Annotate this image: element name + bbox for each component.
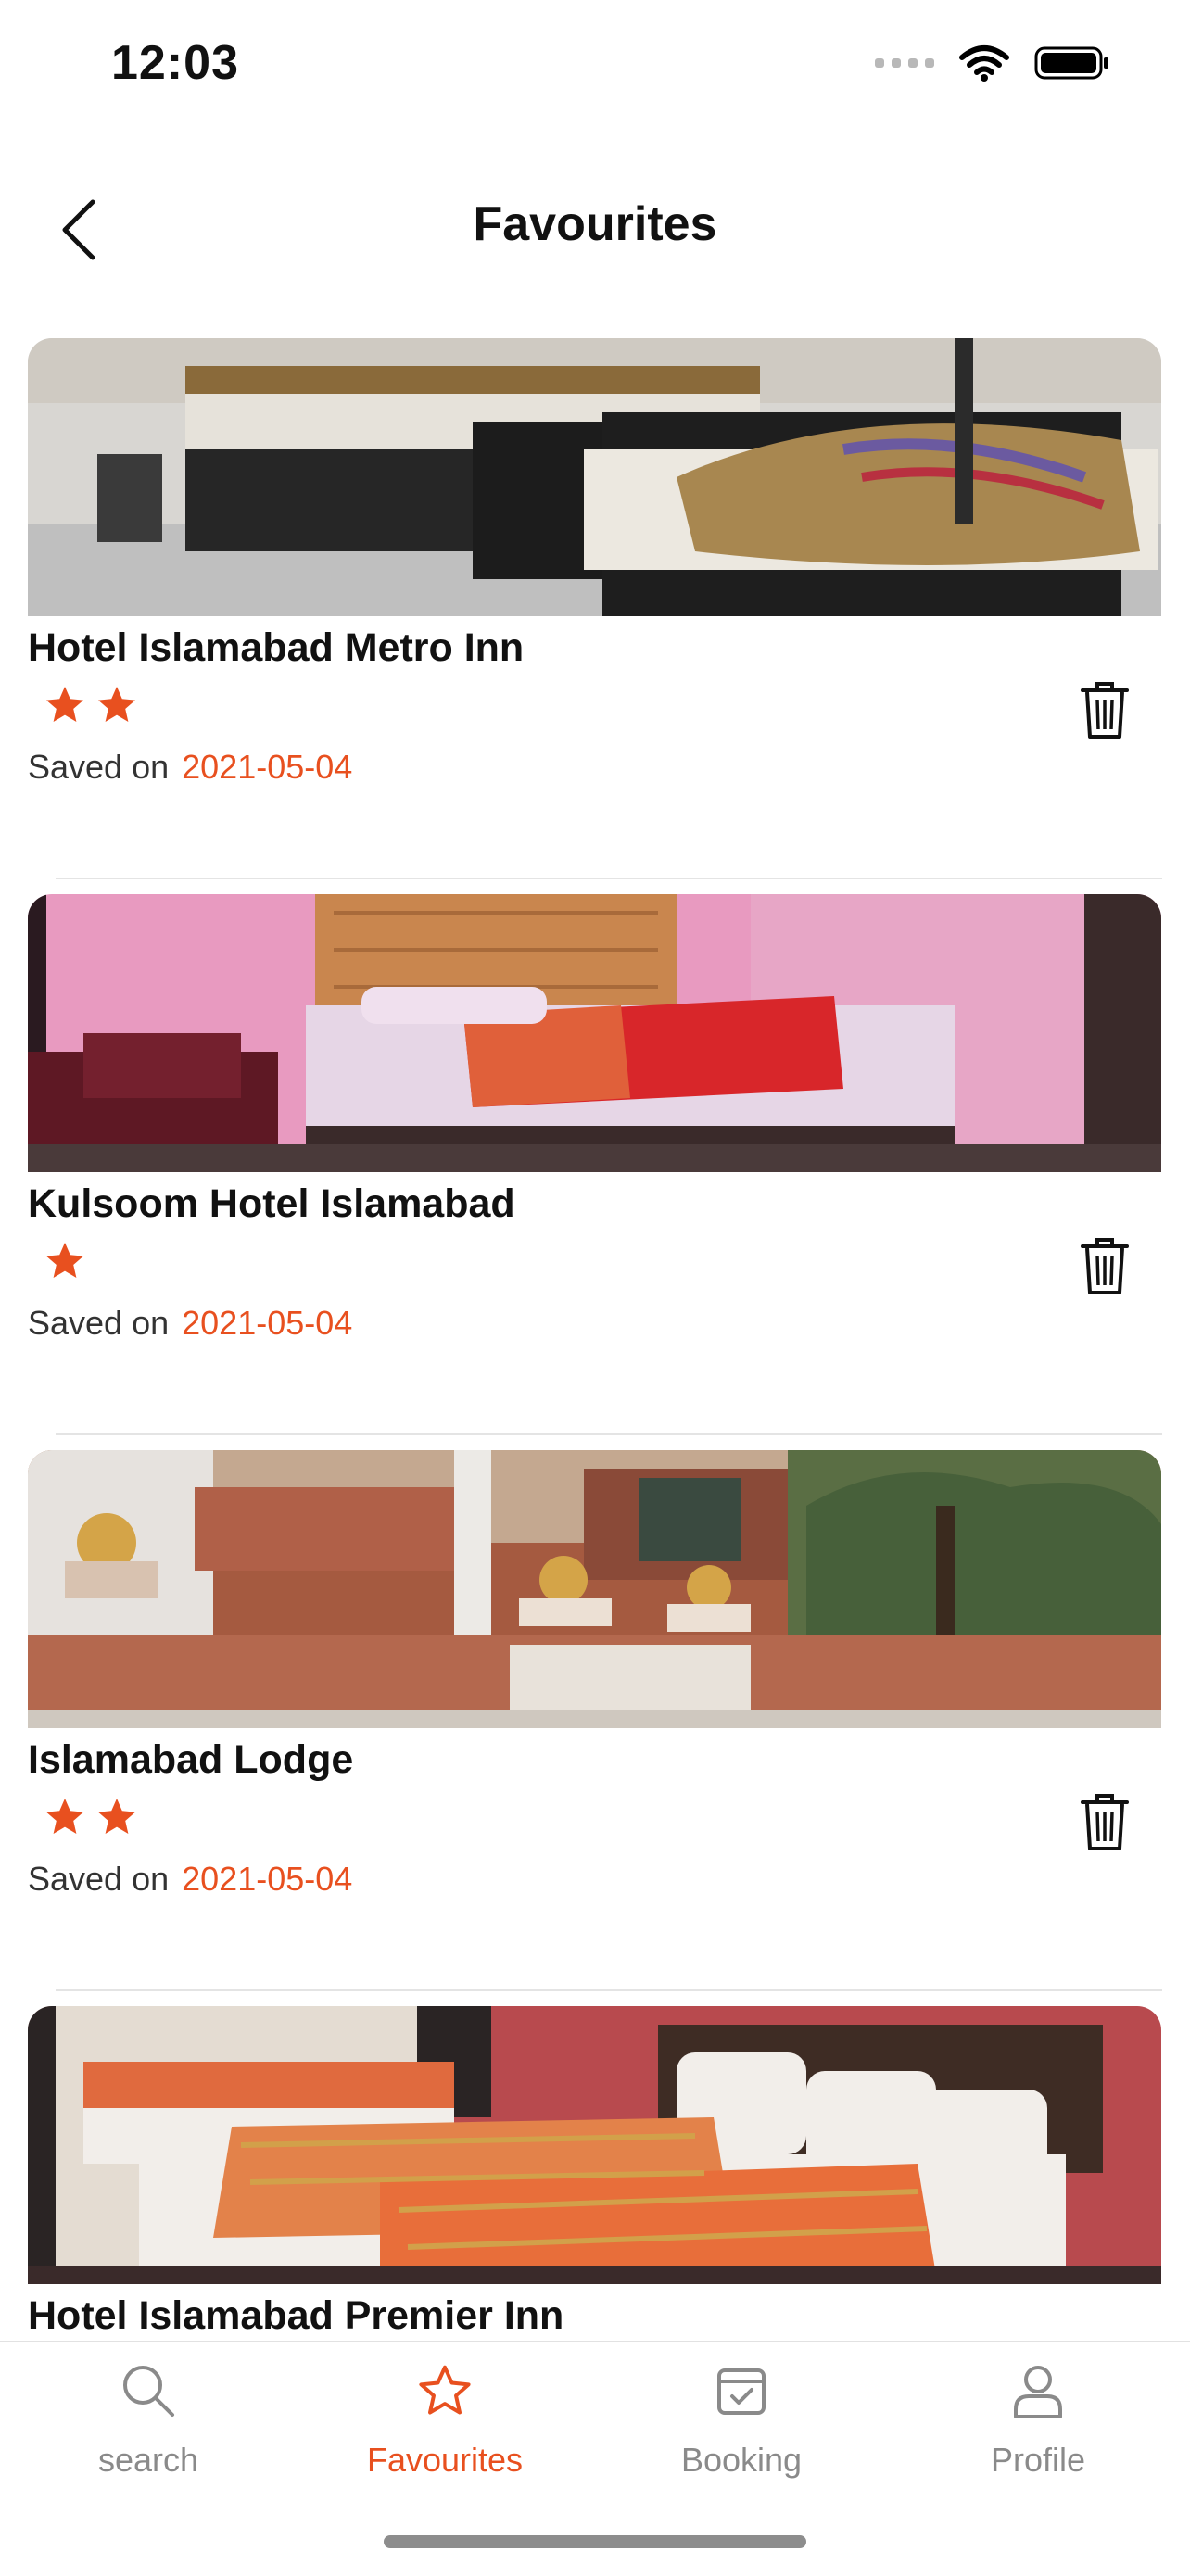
search-icon <box>123 2366 174 2417</box>
saved-date: 2021-05-04 <box>182 1304 353 1342</box>
divider <box>56 878 1162 879</box>
home-indicator <box>384 2535 806 2548</box>
saved-date: 2021-05-04 <box>182 748 353 786</box>
saved-info: Saved on 2021-05-04 <box>28 748 352 787</box>
navigation-header: Favourites <box>0 176 1190 278</box>
star-icon <box>46 1799 83 1834</box>
tab-booking[interactable]: Booking <box>630 2361 853 2500</box>
wifi-icon <box>958 44 1010 82</box>
person-icon <box>1014 2366 1062 2418</box>
star-rating <box>43 1795 139 1839</box>
status-bar: 12:03 <box>0 0 1190 130</box>
favourite-card[interactable]: Islamabad Lodge Saved on 2021-05-04 <box>28 1450 1162 2006</box>
tab-label: Favourites <box>366 2441 524 2479</box>
tab-label: Profile <box>990 2441 1086 2479</box>
tab-label: search <box>97 2441 199 2479</box>
hotel-photo[interactable] <box>28 1450 1161 1728</box>
saved-info: Saved on 2021-05-04 <box>28 1304 352 1343</box>
trash-icon <box>1081 682 1129 739</box>
tab-favourites[interactable]: Favourites <box>334 2361 556 2500</box>
saved-label: Saved on <box>28 1304 170 1342</box>
saved-label: Saved on <box>28 748 170 786</box>
delete-favourite-button[interactable] <box>1077 679 1133 744</box>
star-icon <box>419 2365 471 2415</box>
divider <box>56 1433 1162 1435</box>
delete-favourite-button[interactable] <box>1077 1235 1133 1300</box>
hotel-photo[interactable] <box>28 894 1161 1172</box>
star-icon <box>98 1799 135 1834</box>
calendar-check-icon <box>717 2368 766 2415</box>
star-rating <box>43 683 139 727</box>
status-time: 12:03 <box>111 36 239 90</box>
tab-label: Booking <box>680 2441 803 2479</box>
tab-profile[interactable]: Profile <box>927 2361 1149 2500</box>
divider <box>56 1989 1162 1991</box>
hotel-photo[interactable] <box>28 2006 1161 2284</box>
hotel-photo[interactable] <box>28 338 1161 616</box>
hotel-name: Kulsoom Hotel Islamabad <box>28 1181 515 1226</box>
favourites-list: Hotel Islamabad Metro Inn Saved on 2021-0… <box>28 338 1162 2562</box>
saved-info: Saved on 2021-05-04 <box>28 1860 352 1899</box>
page-title: Favourites <box>473 197 717 251</box>
hotel-name: Hotel Islamabad Premier Inn <box>28 2293 564 2338</box>
star-icon <box>46 1243 83 1278</box>
hotel-name: Islamabad Lodge <box>28 1737 354 1782</box>
saved-date: 2021-05-04 <box>182 1860 353 1898</box>
battery-icon <box>1034 44 1110 82</box>
status-icons <box>875 44 1110 82</box>
star-icon <box>98 687 135 722</box>
tab-search[interactable]: search <box>37 2361 260 2500</box>
trash-icon <box>1081 1238 1129 1294</box>
saved-label: Saved on <box>28 1860 170 1898</box>
star-icon <box>46 687 83 722</box>
star-rating <box>43 1239 87 1283</box>
hotel-name: Hotel Islamabad Metro Inn <box>28 625 525 670</box>
trash-icon <box>1081 1794 1129 1850</box>
favourite-card[interactable]: Hotel Islamabad Metro Inn Saved on 2021-0… <box>28 338 1162 894</box>
cellular-signal-icon <box>875 58 934 68</box>
delete-favourite-button[interactable] <box>1077 1791 1133 1856</box>
favourite-card[interactable]: Kulsoom Hotel Islamabad Saved on 2021-05-… <box>28 894 1162 1450</box>
